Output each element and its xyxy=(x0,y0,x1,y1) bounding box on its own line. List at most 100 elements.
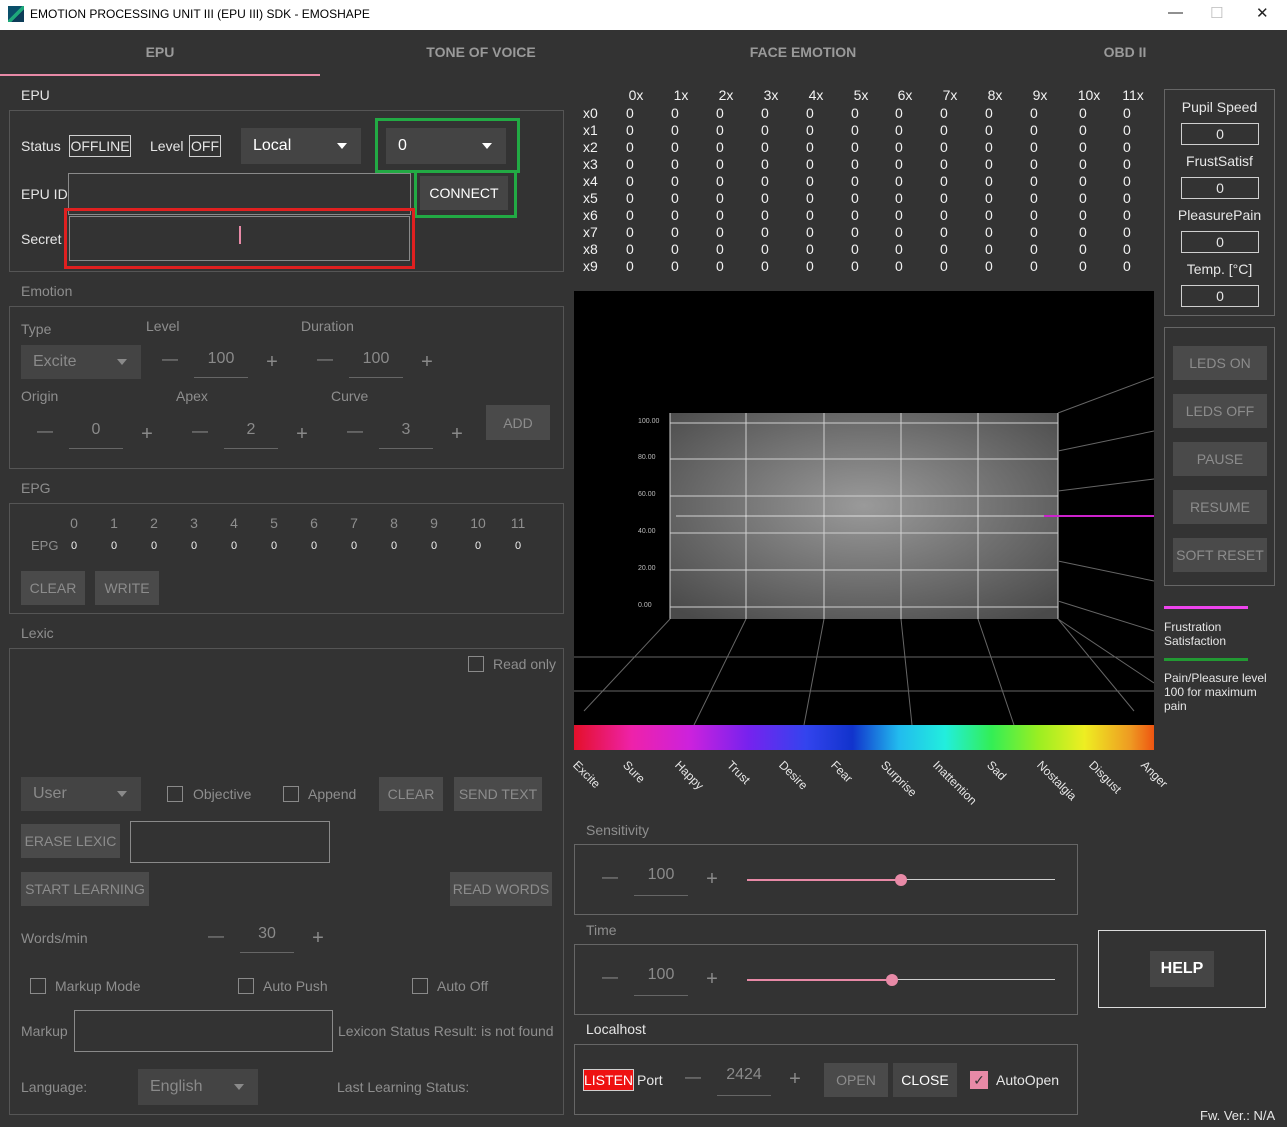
time-slider-handle[interactable] xyxy=(886,974,898,986)
port-input[interactable]: 2424 xyxy=(717,1066,771,1096)
read-only-checkbox[interactable] xyxy=(468,656,484,672)
duration-decrement[interactable]: — xyxy=(315,351,335,369)
index-select[interactable]: 0 xyxy=(386,128,506,164)
sensitivity-input[interactable]: 100 xyxy=(634,866,688,896)
mode-select-value: Local xyxy=(253,137,292,154)
matrix-cell: 0 xyxy=(1123,224,1131,240)
erase-lexic-input[interactable] xyxy=(130,821,330,863)
epg-col-header: 10 xyxy=(470,515,486,531)
curve-input[interactable]: 3 xyxy=(379,421,433,449)
sensitivity-slider[interactable] xyxy=(747,873,1055,887)
maximize-button[interactable]: ☐ xyxy=(1210,4,1223,22)
chevron-down-icon xyxy=(117,791,127,797)
tab-obd-ii[interactable]: OBD II xyxy=(965,44,1285,64)
matrix-cell: 0 xyxy=(985,156,993,172)
language-select[interactable]: English xyxy=(138,1069,258,1105)
pause-button[interactable]: PAUSE xyxy=(1173,442,1267,476)
resume-button[interactable]: RESUME xyxy=(1173,490,1267,524)
time-input[interactable]: 100 xyxy=(634,966,688,996)
erase-lexic-button[interactable]: ERASE LEXIC xyxy=(21,824,120,858)
sensitivity-decrement[interactable]: — xyxy=(600,869,620,887)
tab-face-emotion[interactable]: FACE EMOTION xyxy=(643,44,963,64)
send-text-button[interactable]: SEND TEXT xyxy=(454,777,542,811)
apex-input[interactable]: 2 xyxy=(224,421,278,449)
port-increment[interactable]: + xyxy=(785,1068,805,1091)
port-decrement[interactable]: — xyxy=(683,1069,703,1087)
level-increment[interactable]: + xyxy=(262,351,282,374)
help-button[interactable]: HELP xyxy=(1150,951,1214,987)
emotion-axis-label: Nostalgia xyxy=(1034,758,1080,804)
curve-decrement[interactable]: — xyxy=(345,423,365,441)
sensitivity-slider-handle[interactable] xyxy=(895,874,907,886)
apex-increment[interactable]: + xyxy=(292,423,312,446)
add-emotion-button[interactable]: ADD xyxy=(486,405,550,440)
read-words-button[interactable]: READ WORDS xyxy=(450,872,552,906)
matrix-cell: 0 xyxy=(671,139,679,155)
matrix-cell: 0 xyxy=(761,156,769,172)
time-decrement[interactable]: — xyxy=(600,969,620,987)
duration-increment[interactable]: + xyxy=(417,351,437,374)
epg-cell: 0 xyxy=(430,540,438,552)
close-button[interactable]: ✕ xyxy=(1256,4,1269,22)
append-checkbox[interactable] xyxy=(283,786,299,802)
sensitivity-slider-track xyxy=(901,879,1055,880)
temperature-label: Temp. [°C] xyxy=(1186,261,1253,277)
markup-input[interactable] xyxy=(74,1010,333,1052)
origin-input[interactable]: 0 xyxy=(69,421,123,449)
epg-cell: 0 xyxy=(270,540,278,552)
level-decrement[interactable]: — xyxy=(160,351,180,369)
level-input[interactable]: 100 xyxy=(194,350,248,378)
matrix-cell: 0 xyxy=(806,156,814,172)
tab-tone-of-voice[interactable]: TONE OF VOICE xyxy=(321,44,641,64)
origin-increment[interactable]: + xyxy=(137,423,157,446)
words-per-min-label: Words/min xyxy=(21,930,88,946)
matrix-cell: 0 xyxy=(806,224,814,240)
curve-increment[interactable]: + xyxy=(447,423,467,446)
epg-cell: 0 xyxy=(150,540,158,552)
duration-input[interactable]: 100 xyxy=(349,350,403,378)
user-select[interactable]: User xyxy=(21,777,141,811)
auto-off-checkbox[interactable] xyxy=(412,978,428,994)
words-increment[interactable]: + xyxy=(308,927,328,950)
mode-select[interactable]: Local xyxy=(241,128,361,164)
epu-section-title: EPU xyxy=(21,87,50,103)
time-increment[interactable]: + xyxy=(702,968,722,991)
matrix-cell: 0 xyxy=(985,122,993,138)
epg-write-button[interactable]: WRITE xyxy=(95,571,159,605)
open-button[interactable]: OPEN xyxy=(824,1063,888,1097)
epg-col-header: 11 xyxy=(510,515,526,531)
origin-decrement[interactable]: — xyxy=(35,423,55,441)
sensitivity-increment[interactable]: + xyxy=(702,868,722,891)
auto-push-checkbox[interactable] xyxy=(238,978,254,994)
time-slider[interactable] xyxy=(747,973,1055,987)
matrix-cell: 0 xyxy=(1030,241,1038,257)
connect-button[interactable]: CONNECT xyxy=(420,176,508,210)
leds-off-button[interactable]: LEDS OFF xyxy=(1173,394,1267,428)
tab-epu[interactable]: EPU xyxy=(0,44,320,64)
matrix-cell: 0 xyxy=(716,122,724,138)
lexic-clear-button[interactable]: CLEAR xyxy=(379,777,443,811)
minimize-button[interactable]: — xyxy=(1168,4,1183,21)
apex-decrement[interactable]: — xyxy=(190,423,210,441)
epg-clear-button[interactable]: CLEAR xyxy=(21,571,85,605)
origin-label: Origin xyxy=(21,388,59,404)
matrix-cell: 0 xyxy=(895,207,903,223)
soft-reset-button[interactable]: SOFT RESET xyxy=(1173,538,1267,572)
start-learning-button[interactable]: START LEARNING xyxy=(21,872,149,906)
type-select[interactable]: Excite xyxy=(21,345,141,379)
words-decrement[interactable]: — xyxy=(206,928,226,946)
emotion-level-label: Level xyxy=(146,318,180,334)
markup-mode-checkbox[interactable] xyxy=(30,978,46,994)
pain-legend-label: Pain/Pleasure level 100 for maximum pain xyxy=(1164,671,1267,713)
secret-label: Secret xyxy=(21,231,62,247)
auto-open-checkbox[interactable]: ✓ xyxy=(970,1071,988,1089)
matrix-row-header: x0 xyxy=(583,105,598,121)
objective-checkbox[interactable] xyxy=(167,786,183,802)
close-port-button[interactable]: CLOSE xyxy=(893,1063,957,1097)
words-per-min-input[interactable]: 30 xyxy=(240,925,294,953)
pleasure-pain-label: PleasurePain xyxy=(1177,207,1262,223)
type-select-value: Excite xyxy=(33,353,77,370)
matrix-cell: 0 xyxy=(985,190,993,206)
matrix-cell: 0 xyxy=(716,207,724,223)
leds-on-button[interactable]: LEDS ON xyxy=(1173,346,1267,380)
